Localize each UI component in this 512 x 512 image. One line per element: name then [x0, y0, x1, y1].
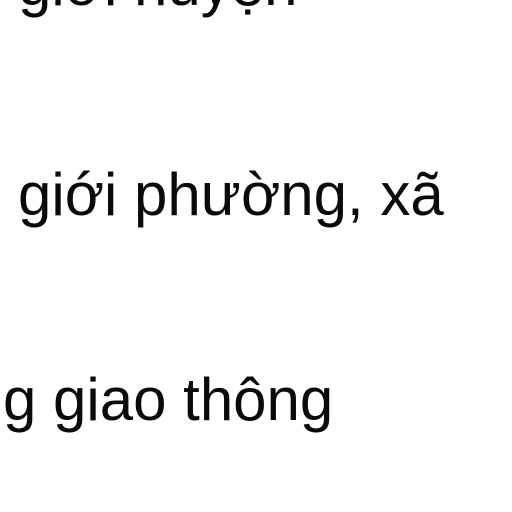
document-crop: giới huyện giới phường, xã g giao thông [0, 0, 512, 512]
legend-line-ward-commune-boundary: giới phường, xã [18, 161, 444, 228]
legend-line-traffic-road: g giao thông [3, 366, 334, 433]
legend-line-district-boundary: giới huyện [18, 0, 298, 15]
